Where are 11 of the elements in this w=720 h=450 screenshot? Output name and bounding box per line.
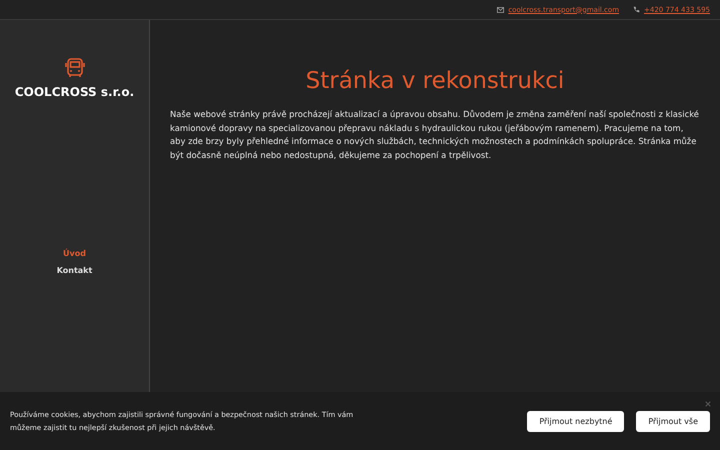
bus-icon [64, 57, 86, 79]
page-heading: Stránka v rekonstrukci [304, 68, 566, 94]
close-icon[interactable] [705, 401, 711, 407]
nav-link[interactable]: Kontakt [56, 266, 92, 275]
brand-name: COOLCROSS s.r.o. [14, 85, 134, 99]
intro-paragraph: Naše webové stránky právě procházejí aktualizací a úpravou obsahu. Důvodem je změna zaměření naší společnosti z klasické kamionové dopravy na specializovanou přepravu nákladu s hydraulickou rukou (jeřábovým ramenem). Pracujeme na tom, aby zde brzy byly přehledné informace o nových službách, technických možnostech a podmínkách spolupráce. Stránka může být dočasně neúplná nebo nedostupná, děkujeme za pochopení a trpělivost. [170, 108, 700, 162]
mail-icon [497, 6, 504, 12]
nav-link[interactable]: Úvod [63, 249, 86, 258]
accept-button[interactable]: Přijmout nezbytné [527, 410, 624, 432]
accept-button[interactable]: Přijmout vše [636, 410, 710, 432]
phone-icon [633, 6, 640, 13]
